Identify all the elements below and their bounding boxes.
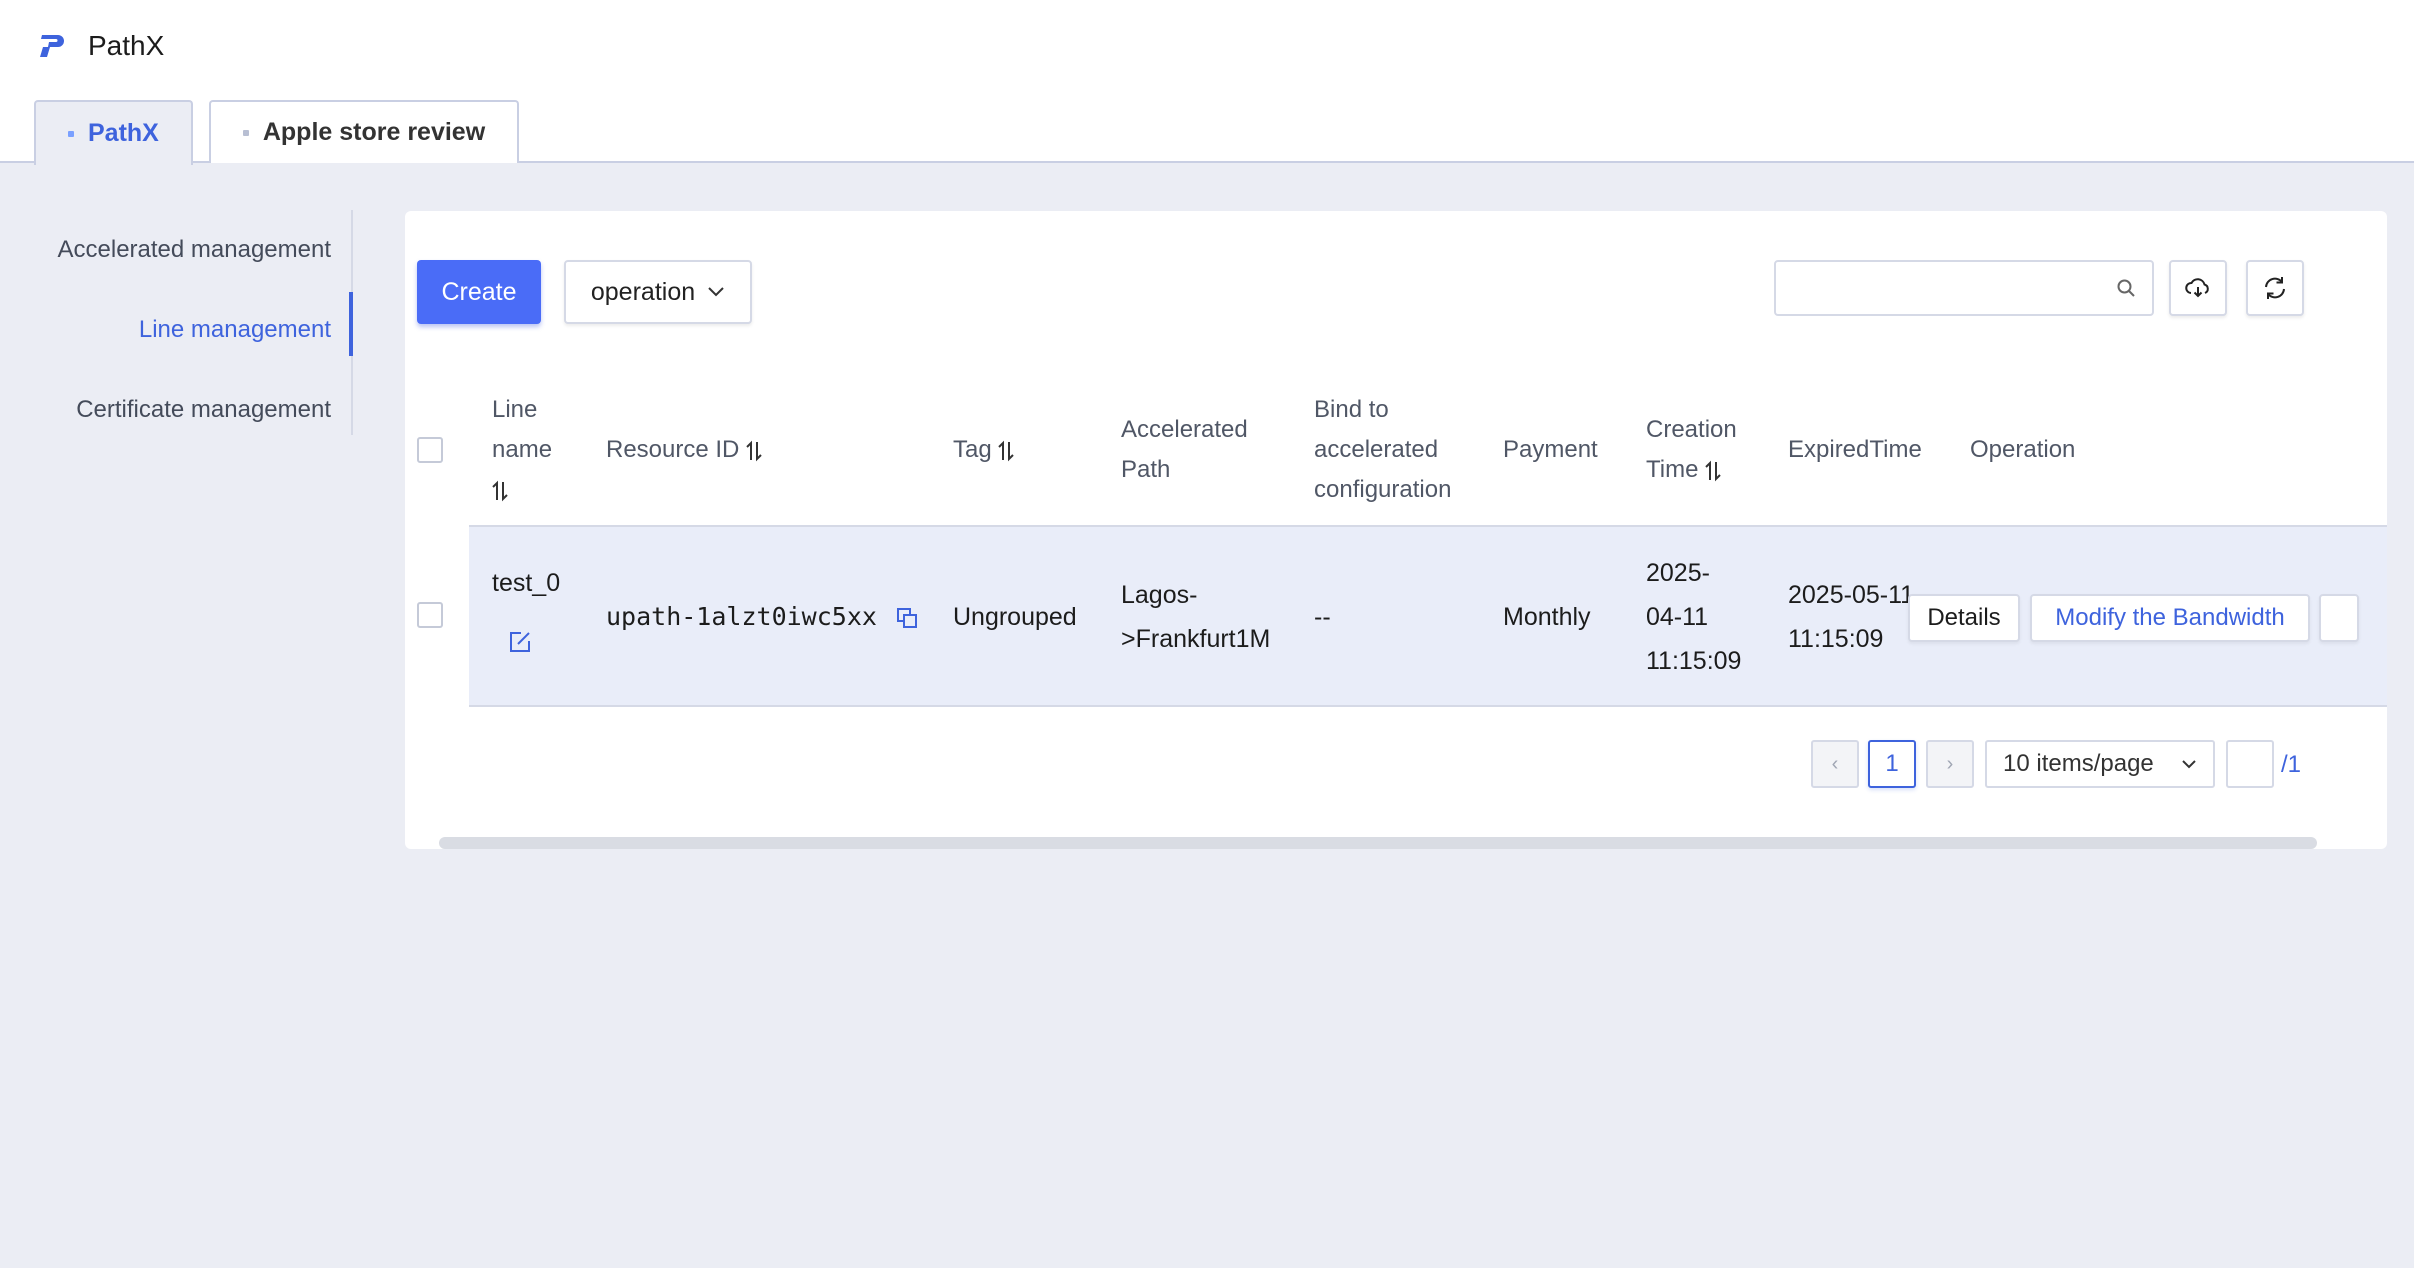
modify-bandwidth-button[interactable]: Modify the Bandwidth [2030, 594, 2310, 642]
more-actions-button[interactable] [2319, 594, 2359, 642]
chevron-down-icon [2182, 759, 2196, 768]
cell-creation-time: 2025- 04-11 11:15:09 [1646, 559, 1742, 675]
cell-accelerated-path: Lagos- >Frankfurt1M [1121, 581, 1271, 653]
sidebar-item-certificate-management[interactable]: Certificate management [0, 370, 353, 450]
cell-expired-time: 2025-05-11 11:15:09 [1788, 581, 1915, 653]
table-header: Line name Resource ID Tag Accelerated Pa… [405, 376, 2387, 536]
horizontal-scrollbar[interactable] [439, 837, 2317, 849]
tab-dot-icon [242, 129, 249, 136]
operation-dropdown[interactable]: operation [564, 260, 752, 324]
pagination-prev-button[interactable]: ‹ [1811, 740, 1859, 788]
details-button[interactable]: Details [1908, 594, 2020, 642]
sort-icon[interactable] [1705, 460, 1721, 482]
operation-label: operation [590, 277, 696, 306]
app-title: PathX [88, 30, 165, 61]
cell-payment: Monthly [1503, 603, 1591, 631]
header-accelerated-path: Accelerated Path [1121, 416, 1248, 483]
pagination-next-button[interactable]: › [1926, 740, 1974, 788]
page-size-select[interactable]: 10 items/page [1985, 740, 2215, 788]
brand: PathX [36, 30, 164, 62]
tab-pathx[interactable]: PathX [34, 100, 193, 165]
search-box [1774, 260, 2154, 316]
header-tag[interactable]: Tag [953, 430, 1015, 470]
copy-icon[interactable] [896, 607, 918, 629]
row-checkbox[interactable] [417, 602, 443, 628]
create-button[interactable]: Create [417, 260, 541, 324]
pagination-page-1[interactable]: 1 [1868, 740, 1916, 788]
cell-resource-id: upath-1alzt0iwc5xx [606, 595, 918, 639]
header-payment: Payment [1503, 436, 1598, 463]
page-size-label: 10 items/page [2003, 750, 2154, 777]
download-button[interactable] [2169, 260, 2227, 316]
sort-icon[interactable] [746, 440, 762, 462]
sidebar-item-label: Certificate management [76, 396, 331, 423]
sort-icon[interactable] [492, 480, 508, 502]
cloud-download-icon [2185, 278, 2209, 298]
header-resource-id[interactable]: Resource ID [606, 430, 762, 470]
refresh-icon [2265, 277, 2285, 299]
header-creation-time[interactable]: Creation Time [1646, 410, 1737, 490]
header-operation: Operation [1970, 436, 2076, 463]
pagination-total: /1 [2281, 751, 2302, 778]
sidebar-item-line-management[interactable]: Line management [0, 290, 353, 370]
table-row: test_0 upath-1alzt0iwc5xx Ungrouped Lago… [469, 525, 2387, 707]
top-header: PathX PathX Apple store review [0, 0, 2414, 165]
sidebar-item-label: Accelerated management [57, 236, 332, 263]
tab-bar: PathX Apple store review [34, 100, 520, 165]
cell-line-name: test_0 [492, 569, 561, 597]
tab-apple-store-review[interactable]: Apple store review [208, 100, 520, 163]
tab-label: PathX [88, 119, 159, 147]
sidebar-item-accelerated-management[interactable]: Accelerated management [0, 210, 353, 290]
chevron-down-icon [708, 287, 724, 297]
pathx-logo-icon [40, 35, 64, 57]
refresh-button[interactable] [2246, 260, 2304, 316]
tab-dot-icon [68, 130, 74, 137]
edit-icon[interactable] [507, 629, 533, 655]
page-jump-input[interactable] [2226, 740, 2274, 788]
select-all-checkbox[interactable] [417, 437, 443, 463]
sidebar-item-label: Line management [138, 316, 331, 343]
search-input[interactable] [1776, 262, 2096, 314]
cell-bind-config: -- [1314, 603, 1331, 631]
header-bind-config: Bind to accelerated configuration [1314, 396, 1452, 503]
line-management-panel: Create operation Line name Resource ID T… [405, 211, 2387, 849]
cell-tag: Ungrouped [953, 603, 1077, 631]
sidebar-nav: Accelerated management Line management C… [0, 210, 353, 450]
search-icon[interactable] [2116, 278, 2136, 298]
header-expired-time: ExpiredTime [1788, 436, 1922, 463]
sort-icon[interactable] [998, 440, 1015, 462]
tab-label: Apple store review [262, 118, 486, 146]
header-line-name[interactable]: Line name [492, 390, 552, 510]
